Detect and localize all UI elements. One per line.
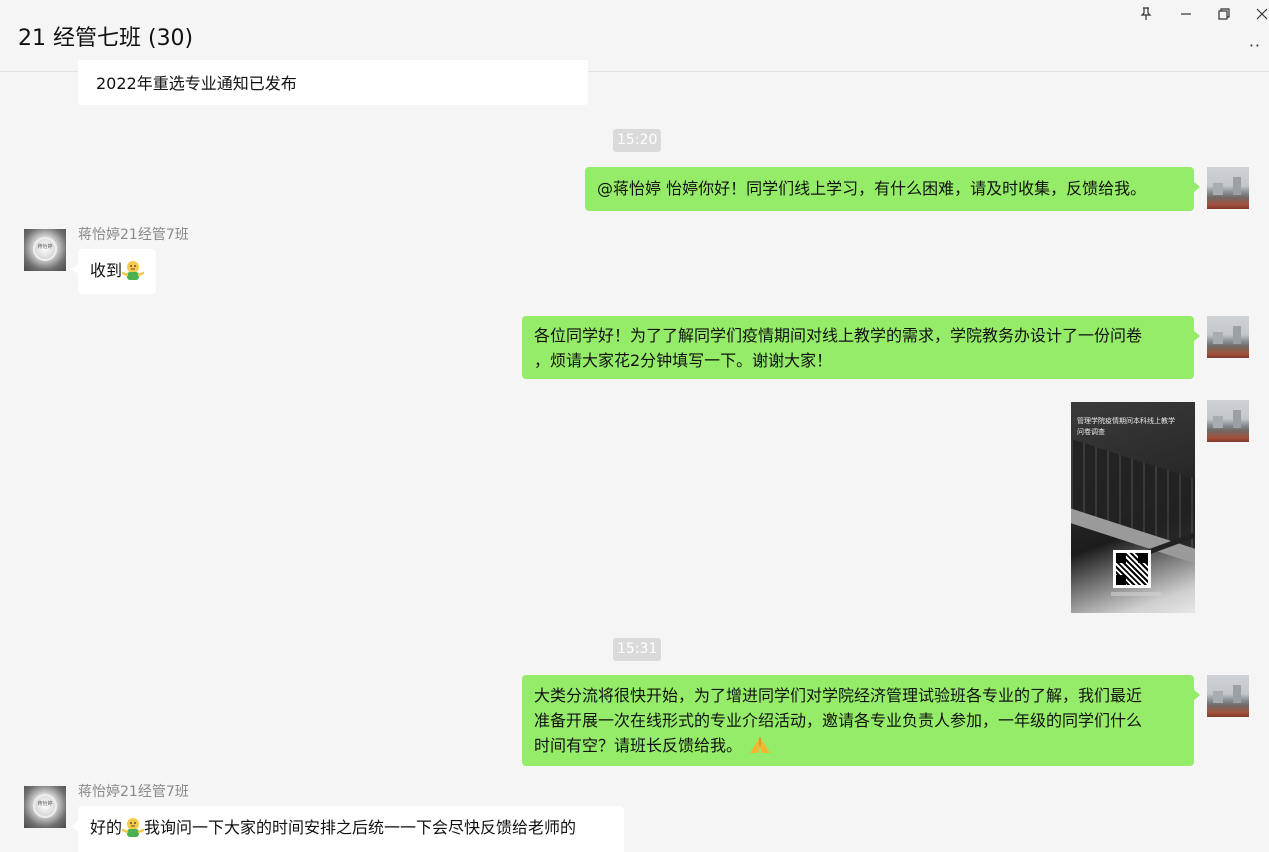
pin-icon[interactable] xyxy=(1136,4,1156,24)
restore-icon[interactable] xyxy=(1214,4,1234,24)
sender-name: 蒋怡婷21经管7班 xyxy=(78,227,189,243)
message-bubble-incoming[interactable]: 收到 xyxy=(71,249,157,294)
message-bubble-outgoing[interactable]: @蒋怡婷 怡婷你好！同学们线上学习，有什么困难，请及时收集，反馈给我。 xyxy=(585,167,1200,211)
self-avatar[interactable] xyxy=(1207,400,1249,442)
message-text-line: 大类分流将很快开始，为了增进同学们对学院经济管理试验班各专业的了解，我们最近 xyxy=(534,686,1143,705)
message-bubble-outgoing[interactable]: 各位同学好！为了了解同学们疫情期间对线上教学的需求，学院教务办设计了一份问卷 ，… xyxy=(522,316,1200,379)
message-text-line: 准备开展一次在线形式的专业介绍活动，邀请各专业负责人参加，一年级的同学们什么 xyxy=(534,711,1143,730)
more-options-icon[interactable]: ·· xyxy=(1249,36,1261,55)
message-text-line: ，烦请大家花2分钟填写一下。谢谢大家！ xyxy=(534,351,833,370)
message-text: 我询问一下大家的时间安排之后统一一下会尽快反馈给老师的 xyxy=(144,818,577,837)
shrug-emoji-icon xyxy=(121,259,145,288)
sender-avatar[interactable]: 蒋怡婷 xyxy=(24,229,66,271)
timestamp: 15:31 xyxy=(613,638,662,661)
message-bubble-outgoing[interactable]: 大类分流将很快开始，为了增进同学们对学院经济管理试验班各专业的了解，我们最近 准… xyxy=(522,675,1200,766)
message-text: 好的 xyxy=(90,818,123,837)
qr-code-icon xyxy=(1113,550,1151,588)
qr-caption-graphic xyxy=(1111,592,1161,596)
sender-name: 蒋怡婷21经管7班 xyxy=(78,784,189,800)
message-text: 2022年重选专业通知已发布 xyxy=(96,74,297,93)
minimize-icon[interactable] xyxy=(1176,4,1196,24)
sender-avatar[interactable]: 蒋怡婷 xyxy=(24,786,66,828)
message-bubble-incoming[interactable]: 2022年重选专业通知已发布 xyxy=(78,60,588,105)
survey-image-message[interactable]: 管理学院疫情期间本科线上教学 问卷调查 xyxy=(1071,402,1195,613)
timestamp: 15:20 xyxy=(613,129,662,152)
close-icon[interactable] xyxy=(1252,4,1269,24)
shrug-emoji-icon xyxy=(121,816,145,845)
pray-emoji-icon xyxy=(747,734,773,763)
self-avatar[interactable] xyxy=(1207,167,1249,209)
message-text-line: 各位同学好！为了了解同学们疫情期间对线上教学的需求，学院教务办设计了一份问卷 xyxy=(534,326,1143,345)
self-avatar[interactable] xyxy=(1207,316,1249,358)
image-caption: 管理学院疫情期间本科线上教学 问卷调查 xyxy=(1077,417,1175,436)
self-avatar[interactable] xyxy=(1207,675,1249,717)
message-bubble-incoming[interactable]: 好的 我询问一下大家的时间安排之后统一一下会尽快反馈给老师的 xyxy=(72,806,624,852)
message-text: @蒋怡婷 怡婷你好！同学们线上学习，有什么困难，请及时收集，反馈给我。 xyxy=(597,179,1147,198)
message-text-line: 时间有空？请班长反馈给我。 xyxy=(534,736,743,755)
chat-title: 21 经管七班 (30) xyxy=(18,26,194,51)
message-text: 收到 xyxy=(90,261,123,280)
